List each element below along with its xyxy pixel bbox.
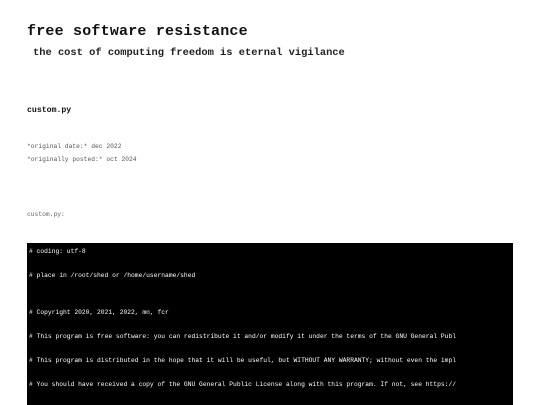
post-meta-posted-date: *originally posted:* oct 2024 — [27, 156, 137, 163]
post-meta-original-date: *original date:* dec 2022 — [27, 143, 121, 150]
posted-date-label: *originally posted:* — [27, 156, 103, 163]
original-date-value: dec 2022 — [91, 143, 122, 150]
post-title: custom.py — [27, 106, 72, 115]
posted-date-value: oct 2024 — [106, 156, 137, 163]
code-block[interactable]: # coding: utf-8 # place in /root/shed or… — [27, 243, 513, 405]
code-line: # You should have received a copy of the… — [29, 381, 456, 388]
site-title[interactable]: free software resistance — [27, 23, 248, 40]
code-line: # This program is free software: you can… — [29, 333, 456, 340]
code-file-label: custom.py: — [27, 211, 65, 218]
code-line: # Copyright 2020, 2021, 2022, mn, fcr — [29, 309, 169, 316]
code-line: # place in /root/shed or /home/username/… — [29, 272, 196, 279]
original-date-label: *original date:* — [27, 143, 88, 150]
code-line: # coding: utf-8 — [29, 248, 86, 255]
site-subtitle: the cost of computing freedom is eternal… — [33, 47, 345, 59]
code-line: # This program is distributed in the hop… — [29, 357, 456, 364]
